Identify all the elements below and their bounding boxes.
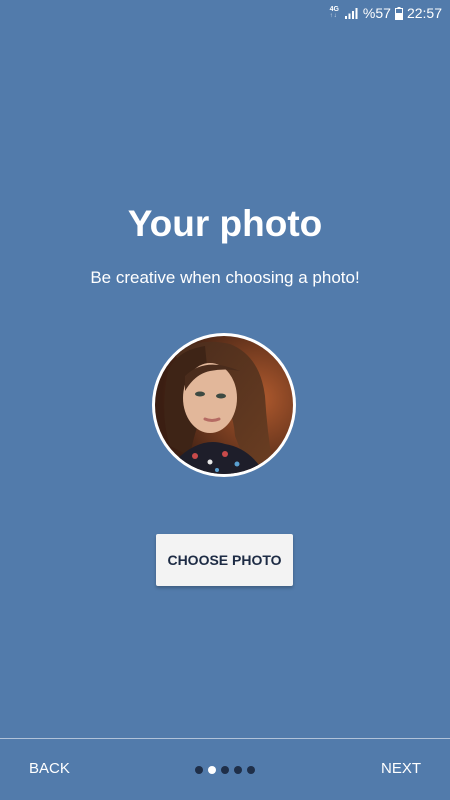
profile-photo [152, 333, 296, 477]
signal-icon [344, 7, 359, 19]
status-bar: 4G ↑↓ %57 22:57 [0, 0, 450, 26]
back-button[interactable]: BACK [29, 760, 70, 777]
page-dot [234, 766, 242, 774]
next-button[interactable]: NEXT [381, 760, 421, 777]
page-dot [195, 766, 203, 774]
page-dot [247, 766, 255, 774]
clock: 22:57 [406, 5, 442, 21]
battery-icon [394, 6, 403, 20]
page-indicator [195, 766, 255, 774]
page-subtitle: Be creative when choosing a photo! [90, 268, 360, 287]
profile-photo-image [155, 336, 293, 474]
page-title: Your photo [127, 203, 323, 244]
page-dot [221, 766, 229, 774]
choose-photo-button[interactable]: CHOOSE PHOTO [156, 534, 293, 586]
battery-percent: %57 [362, 5, 391, 21]
network-4g-icon: 4G ↑↓ [329, 6, 339, 19]
network-label: 4G [329, 6, 339, 13]
footer-divider [0, 738, 450, 739]
page-dot-active [208, 766, 216, 774]
